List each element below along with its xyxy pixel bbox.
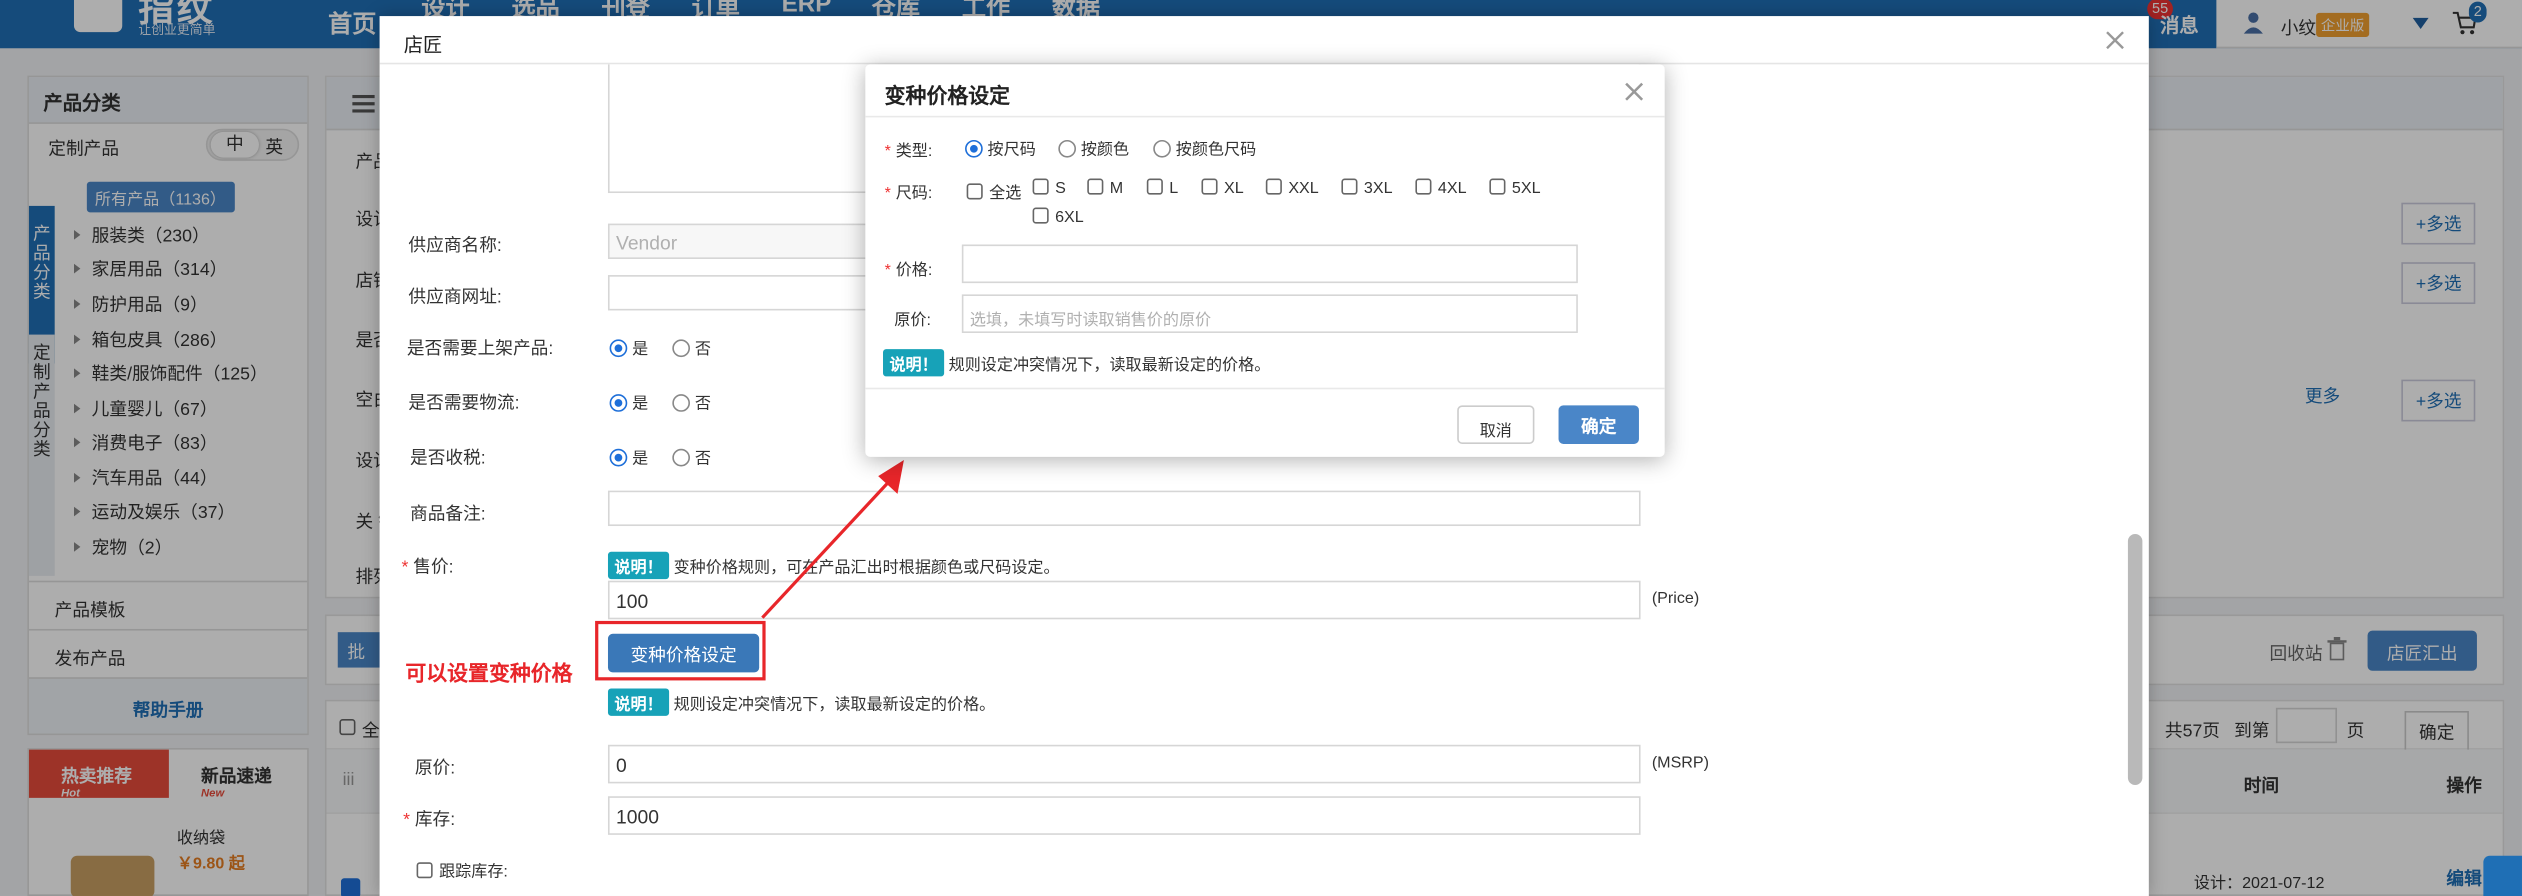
variant-price-dialog: 变种价格设定 * 类型: 按尺码 按颜色 按颜色尺码 * 尺码: 全选 S M L … (865, 64, 1665, 457)
shipping-no-radio[interactable]: 否 (672, 389, 711, 413)
shipping-yes-radio[interactable]: 是 (609, 389, 649, 414)
stock-input[interactable]: 1000 (607, 796, 1641, 835)
dialog-price-input[interactable] (961, 244, 1578, 284)
radio-label: 是 (632, 395, 649, 414)
track-stock-label: 跟踪库存: (439, 863, 508, 882)
checkbox-label: 4XL (1437, 180, 1467, 198)
size-checkbox-l[interactable]: L (1146, 178, 1179, 198)
close-icon[interactable] (2105, 31, 2124, 50)
checkbox-label: M (1109, 180, 1124, 198)
type-color-size-radio[interactable]: 按颜色尺码 (1153, 135, 1256, 159)
track-stock-checkbox[interactable]: 跟踪库存: (416, 857, 508, 882)
size-label-text: 尺码: (895, 184, 933, 203)
size-checkbox-s[interactable]: S (1032, 178, 1066, 198)
publish-no-radio[interactable]: 否 (672, 335, 711, 359)
annotation-text: 可以设置变种价格 (405, 661, 573, 686)
size-checkbox-5xl[interactable]: 5XL (1489, 178, 1541, 198)
publish-label: 是否需要上架产品: (406, 339, 554, 359)
price-label-text: 售价: (413, 558, 454, 578)
size-label: * 尺码: (884, 184, 933, 203)
dialog-orig-price-input[interactable]: 选填，未填写时读取销售价的原价 (961, 294, 1578, 333)
msrp-input[interactable]: 0 (607, 744, 1641, 784)
scrollbar-thumb[interactable] (2127, 534, 2143, 785)
size-checkbox-4xl[interactable]: 4XL (1415, 178, 1467, 198)
vendor-label: 供应商名称: (408, 236, 502, 256)
price-unit: (Price) (1651, 590, 1700, 609)
close-icon[interactable] (1624, 82, 1644, 101)
radio-label: 按颜色 (1080, 141, 1130, 160)
checkbox-label: L (1169, 180, 1179, 198)
size-checkbox-6xl[interactable]: 6XL (1032, 207, 1084, 227)
note-tag: 说明！ (607, 688, 670, 716)
radio-label: 否 (694, 341, 711, 359)
radio-label: 按尺码 (987, 141, 1036, 160)
msrp-unit: (MSRP) (1651, 754, 1710, 773)
size-checkbox-xxl[interactable]: XXL (1265, 178, 1319, 198)
shop-modal-title: 店匠 (379, 16, 2149, 65)
size-checkbox-xl[interactable]: XL (1201, 178, 1244, 198)
remark-label: 商品备注: (410, 505, 486, 525)
type-size-radio[interactable]: 按尺码 (965, 135, 1036, 159)
radio-label: 按颜色尺码 (1175, 141, 1257, 160)
size-checkbox-m[interactable]: M (1087, 178, 1124, 198)
dialog-orig-label: 原价: (894, 312, 931, 330)
msrp-label: 原价: (414, 759, 456, 779)
note-tag: 说明！ (607, 551, 670, 580)
dialog-title: 变种价格设定 (865, 64, 1665, 118)
variant-price-button[interactable]: 变种价格设定 (607, 633, 760, 673)
shipping-label: 是否需要物流: (408, 394, 520, 414)
variant-note: 说明！ 规则设定冲突情况下，读取最新设定的价格。 (607, 688, 996, 716)
tax-label: 是否收税: (410, 448, 486, 469)
type-label-text: 类型: (895, 143, 933, 161)
app-root: 指纹 让创业更简单 首页 设计 选品 刊登 订单 ERP 仓库 工作 数据 55… (0, 0, 2522, 896)
publish-yes-radio[interactable]: 是 (609, 335, 649, 359)
checkbox-label: XXL (1288, 180, 1319, 198)
dialog-note-text: 规则设定冲突情况下，读取最新设定的价格。 (948, 357, 1271, 375)
size-checkbox-all[interactable]: 全选 (966, 179, 1022, 203)
confirm-button[interactable]: 确定 (1558, 405, 1639, 444)
checkbox-label: 6XL (1055, 209, 1084, 227)
footer-divider (865, 387, 1665, 390)
note-tag: 说明！ (883, 349, 945, 377)
radio-label: 否 (694, 450, 711, 469)
checkbox-label: 全选 (989, 184, 1022, 203)
checkbox-label: S (1055, 180, 1066, 198)
variant-note-text: 规则设定冲突情况下，读取最新设定的价格。 (673, 696, 996, 715)
stock-label: * 库存: (403, 810, 456, 831)
radio-label: 否 (694, 395, 711, 414)
radio-label: 是 (632, 450, 649, 469)
cancel-button[interactable]: 取消 (1457, 405, 1535, 444)
dialog-price-label: * 价格: (884, 262, 933, 280)
checkbox-label: 3XL (1363, 180, 1393, 198)
chat-widget-icon[interactable] (2483, 855, 2522, 896)
stock-label-text: 库存: (414, 810, 456, 831)
dialog-price-label-text: 价格: (895, 262, 933, 280)
tax-yes-radio[interactable]: 是 (609, 444, 649, 469)
vendor-url-label: 供应商网址: (408, 287, 502, 308)
dialog-note: 说明！ 规则设定冲突情况下，读取最新设定的价格。 (883, 349, 1271, 377)
radio-label: 是 (632, 341, 649, 359)
annotation-arrow (761, 460, 904, 619)
price-label: * 售价: (401, 558, 454, 578)
checkbox-label: 5XL (1511, 180, 1541, 198)
type-color-radio[interactable]: 按颜色 (1058, 135, 1129, 159)
checkbox-label: XL (1223, 180, 1244, 198)
tax-no-radio[interactable]: 否 (672, 444, 711, 468)
type-label: * 类型: (884, 143, 933, 161)
size-checkbox-3xl[interactable]: 3XL (1341, 178, 1393, 198)
